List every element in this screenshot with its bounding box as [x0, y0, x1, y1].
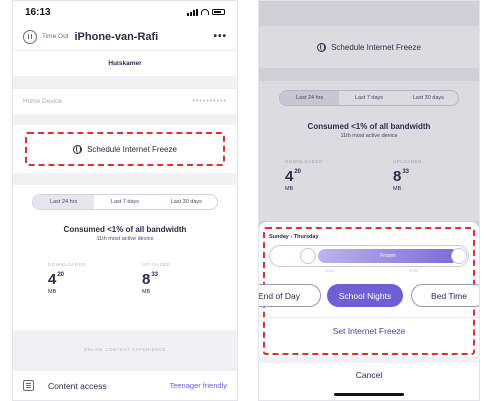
schedule-freeze-row[interactable]: Schedule Internet Freeze	[13, 125, 237, 173]
time-range-slider[interactable]: Frozen	[269, 245, 469, 267]
end-time-label: 07:00	[409, 269, 418, 273]
device-name: iPhone-van-Rafi	[74, 30, 159, 43]
globe-icon	[73, 144, 83, 154]
rank-text: 11th most active device	[96, 236, 154, 242]
content-access-label: Content access	[48, 380, 107, 391]
usage-panel: Last 24 hrs Last 7 days Last 30 days Con…	[13, 185, 237, 330]
tab-last-24-hrs[interactable]: Last 24 hrs	[33, 195, 95, 209]
days-label: Sunday - Thursday	[269, 234, 319, 240]
timeout-button[interactable]: Time Out	[42, 33, 69, 40]
downloaded-caption: DOWNLOADED	[48, 262, 86, 267]
status-bar: 16:13	[13, 1, 237, 23]
phone-screen-schedule-sheet: Schedule Internet Freeze Last 24 hrs Las…	[258, 0, 480, 401]
frozen-label: Frozen	[380, 253, 396, 259]
tab-last-30-days[interactable]: Last 30 days	[156, 195, 217, 209]
pause-icon[interactable]	[23, 29, 37, 44]
frozen-range: Frozen	[318, 249, 458, 263]
tab-last-7-days[interactable]: Last 7 days	[94, 195, 155, 209]
signal-icon	[187, 8, 198, 16]
consumed-text: Consumed <1% of all bandwidth	[63, 225, 187, 234]
schedule-bottom-sheet: Sunday - Thursday Frozen 23:00 07:00 End…	[259, 222, 479, 400]
home-device-label: Home Device	[23, 98, 63, 105]
battery-icon	[212, 9, 225, 15]
set-internet-freeze-button[interactable]: Set Internet Freeze	[259, 317, 479, 343]
uploaded-caption: UPLOADED	[142, 262, 171, 267]
end-handle[interactable]	[451, 248, 467, 264]
content-access-row[interactable]: Content access Teenager friendly	[13, 370, 237, 400]
start-time-label: 23:00	[325, 269, 334, 273]
phone-screen-device-details: 16:13 Time Out iPhone-van-Rafi ••• Huisk…	[12, 0, 238, 401]
room-label[interactable]: Huiskamer	[13, 50, 237, 76]
start-handle[interactable]	[300, 248, 316, 264]
home-device-row[interactable]: Home Device ••••••••••	[13, 88, 237, 114]
home-device-toggle[interactable]: ••••••••••	[192, 98, 227, 105]
uploaded-unit: MB	[142, 289, 151, 295]
downloaded-unit: MB	[48, 289, 57, 295]
preset-end-of-day[interactable]: End of Day	[259, 284, 321, 307]
time-range-tabs: Last 24 hrs Last 7 days Last 30 days	[32, 194, 218, 210]
wifi-icon	[201, 9, 209, 15]
highlight-box	[25, 132, 225, 166]
transfer-stats: DOWNLOADED 420 MB UPLOADED 833 MB	[13, 262, 237, 295]
uploaded-stat: UPLOADED 833 MB	[142, 262, 202, 295]
content-list-icon	[23, 380, 34, 391]
downloaded-stat: DOWNLOADED 420 MB	[48, 262, 108, 295]
status-time: 16:13	[25, 6, 51, 18]
content-access-value[interactable]: Teenager friendly	[169, 381, 227, 390]
experience-caption: ONLINE CONTENT EXPERIENCE	[83, 347, 167, 352]
device-header: Time Out iPhone-van-Rafi •••	[13, 23, 237, 50]
more-icon[interactable]: •••	[213, 31, 227, 42]
home-indicator	[334, 393, 404, 396]
cancel-button[interactable]: Cancel	[259, 357, 479, 381]
status-icons	[187, 8, 225, 16]
preset-school-nights[interactable]: School Nights	[327, 284, 403, 307]
downloaded-value: 420	[48, 271, 65, 288]
uploaded-value: 833	[142, 271, 159, 288]
preset-bed-time[interactable]: Bed Time	[411, 284, 479, 307]
preset-options: End of Day School Nights Bed Time	[259, 284, 479, 308]
